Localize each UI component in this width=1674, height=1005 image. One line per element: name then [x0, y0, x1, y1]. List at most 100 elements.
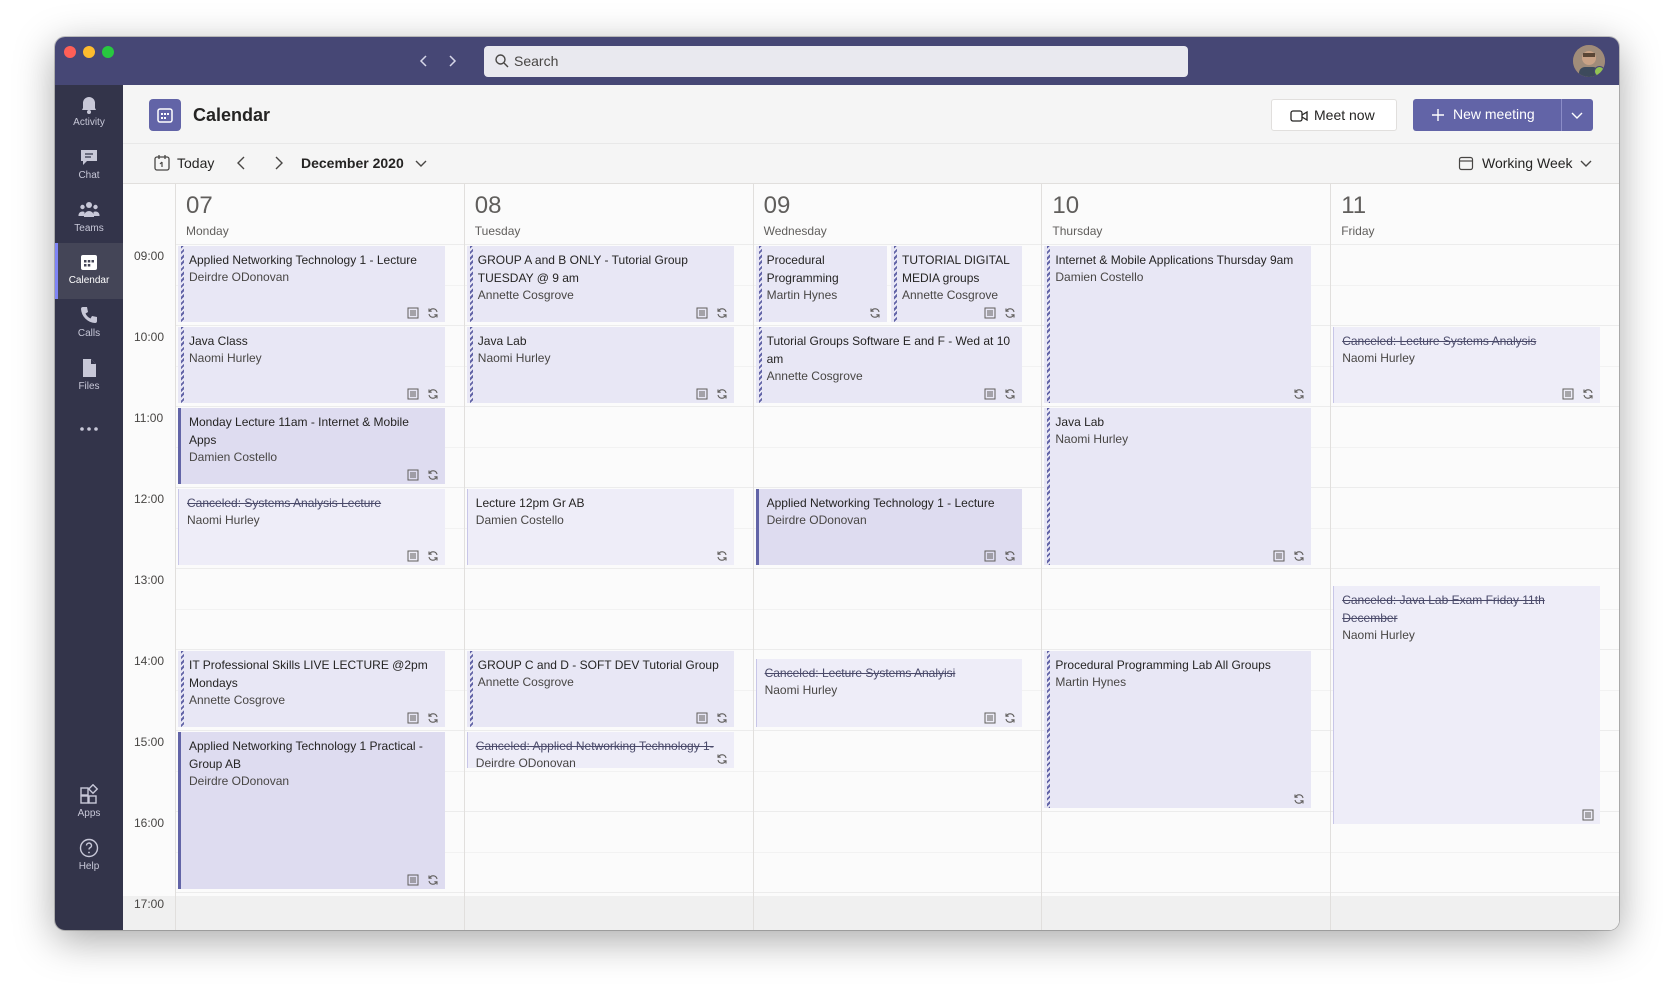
calendar-event[interactable]: Monday Lecture 11am - Internet & Mobile …	[178, 408, 445, 484]
rail-item-help[interactable]: Help	[55, 829, 123, 885]
event-title: Java Class	[189, 334, 248, 348]
rail-item-calls[interactable]: Calls	[55, 296, 123, 352]
calendar-event[interactable]: Canceled: Java Lab Exam Friday 11th Dece…	[1333, 586, 1600, 825]
month-label: December 2020	[301, 155, 404, 171]
day-header[interactable]: 08 Tuesday	[463, 184, 753, 244]
event-icons	[708, 752, 728, 764]
hour-label: 16:00	[134, 816, 165, 830]
video-camera-icon	[1290, 108, 1308, 129]
previous-week-icon[interactable]	[234, 155, 250, 171]
event-icons	[708, 549, 728, 561]
calendar-event[interactable]: Java Lab Naomi Hurley	[466, 327, 734, 403]
minimize-window-button[interactable]	[83, 46, 95, 58]
meet-now-button[interactable]: Meet now	[1271, 99, 1397, 131]
new-meeting-dropdown-button[interactable]	[1561, 99, 1593, 131]
rail-item-more[interactable]	[55, 400, 123, 456]
hour-gridline	[175, 244, 1619, 245]
event-icons	[976, 387, 1016, 400]
meeting-notes-icon	[403, 468, 419, 484]
forward-arrow-icon[interactable]	[442, 51, 462, 71]
event-icons	[688, 387, 728, 400]
calendar-event[interactable]: Canceled: Systems Analysis Lecture Naomi …	[178, 489, 445, 565]
search-input[interactable]: Search	[484, 46, 1188, 77]
calendar-toolbar: Today December 2020 Working Week	[123, 143, 1619, 184]
calendar-event[interactable]: Lecture 12pm Gr AB Damien Costello	[466, 489, 734, 565]
day-column-divider	[752, 184, 754, 930]
calendar-event[interactable]: Tutorial Groups Software E and F - Wed a…	[755, 327, 1023, 403]
calendar-event[interactable]: Java Lab Naomi Hurley	[1044, 408, 1312, 565]
hour-label: 14:00	[134, 654, 165, 668]
recurring-icon	[712, 306, 728, 322]
recurring-icon	[1000, 387, 1016, 403]
event-organizer: Naomi Hurley	[764, 683, 838, 698]
hour-label: 13:00	[134, 573, 165, 587]
calendar-event[interactable]: TUTORIAL DIGITAL MEDIA groups Annette Cos…	[891, 246, 1023, 322]
calendar-event[interactable]: Applied Networking Technology 1 Practica…	[178, 732, 445, 889]
calendar-event[interactable]: Procedural Programming Martin Hynes	[755, 246, 887, 322]
recurring-icon	[423, 387, 439, 403]
hour-label: 15:00	[134, 735, 165, 749]
calendar-event[interactable]: Canceled: Applied Networking Technology …	[466, 732, 734, 768]
event-title: Canceled: Lecture Systems Analyisi	[764, 666, 956, 681]
day-header[interactable]: 07 Monday	[175, 184, 464, 244]
calendar-event[interactable]: Canceled: Lecture Systems Analysis Naomi …	[1333, 327, 1600, 403]
event-title: TUTORIAL DIGITAL MEDIA groups	[902, 253, 1010, 285]
next-week-icon[interactable]	[270, 155, 286, 171]
hour-label: 17:00	[134, 897, 165, 911]
month-picker[interactable]: December 2020	[301, 155, 428, 173]
hour-label: 10:00	[134, 330, 165, 344]
calendar-event[interactable]: Internet & Mobile Applications Thursday …	[1044, 246, 1312, 403]
more-icon	[55, 400, 123, 440]
rail-item-files[interactable]: Files	[55, 349, 123, 405]
meeting-notes-icon	[1578, 808, 1594, 824]
event-title: GROUP A and B ONLY - Tutorial Group TUES…	[477, 253, 688, 285]
rail-item-chat[interactable]: Chat	[55, 138, 123, 194]
rail-item-activity[interactable]: Activity	[55, 85, 123, 141]
recurring-icon	[423, 468, 439, 484]
day-column-divider	[175, 184, 176, 930]
event-title: Canceled: Systems Analysis Lecture	[187, 496, 382, 510]
rail-item-teams[interactable]: Teams	[55, 191, 123, 247]
event-icons	[861, 306, 881, 318]
event-title: Java Lab	[1055, 415, 1105, 429]
new-meeting-button[interactable]: New meeting	[1413, 99, 1561, 131]
recurring-icon	[865, 306, 881, 322]
day-header[interactable]: 09 Wednesday	[752, 184, 1042, 244]
day-column-divider	[1330, 184, 1332, 930]
calendar-event[interactable]: Java Class Naomi Hurley	[178, 327, 445, 403]
chevron-down-icon	[1579, 156, 1593, 175]
day-header[interactable]: 11 Friday	[1330, 184, 1619, 244]
event-icons	[1265, 549, 1305, 562]
view-switcher[interactable]: Working Week	[1458, 155, 1593, 175]
calendar-event[interactable]: Applied Networking Technology 1 - Lectur…	[755, 489, 1023, 565]
calendar-event[interactable]: IT Professional Skills LIVE LECTURE @2pm…	[178, 651, 445, 727]
day-header[interactable]: 10 Thursday	[1041, 184, 1330, 244]
day-number: 11	[1341, 192, 1367, 219]
calendar-event[interactable]: Canceled: Lecture Systems Analyisi Naomi …	[755, 659, 1023, 727]
event-organizer: Naomi Hurley	[187, 513, 260, 527]
event-title: Canceled: Applied Networking Technology …	[475, 739, 714, 753]
hour-gridline	[175, 487, 1619, 488]
calendar-event[interactable]: Applied Networking Technology 1 - Lectur…	[178, 246, 445, 322]
day-number: 09	[763, 192, 791, 219]
user-avatar[interactable]	[1573, 45, 1605, 77]
calendar-event[interactable]: Procedural Programming Lab All Groups Mar…	[1044, 651, 1312, 808]
rail-item-apps[interactable]: Apps	[55, 776, 123, 832]
chat-icon	[55, 146, 123, 168]
rail-item-label: Files	[78, 381, 100, 392]
event-organizer: Damien Costello	[189, 450, 278, 464]
calendar-event[interactable]: GROUP A and B ONLY - Tutorial Group TUES…	[466, 246, 734, 322]
recurring-icon	[1289, 387, 1305, 403]
rail-item-label: Chat	[78, 170, 100, 181]
back-arrow-icon[interactable]	[414, 51, 434, 71]
recurring-icon	[1578, 387, 1594, 403]
zoom-window-button[interactable]	[102, 46, 114, 58]
meeting-notes-icon	[403, 387, 419, 403]
calendar-event[interactable]: GROUP C and D - SOFT DEV Tutorial Group A…	[466, 651, 734, 727]
rail-item-calendar[interactable]: Calendar	[55, 243, 123, 299]
new-meeting-label: New meeting	[1453, 106, 1535, 122]
recurring-icon	[712, 549, 728, 565]
close-window-button[interactable]	[64, 46, 76, 58]
meeting-notes-icon	[980, 306, 996, 322]
event-icons	[1574, 808, 1594, 821]
